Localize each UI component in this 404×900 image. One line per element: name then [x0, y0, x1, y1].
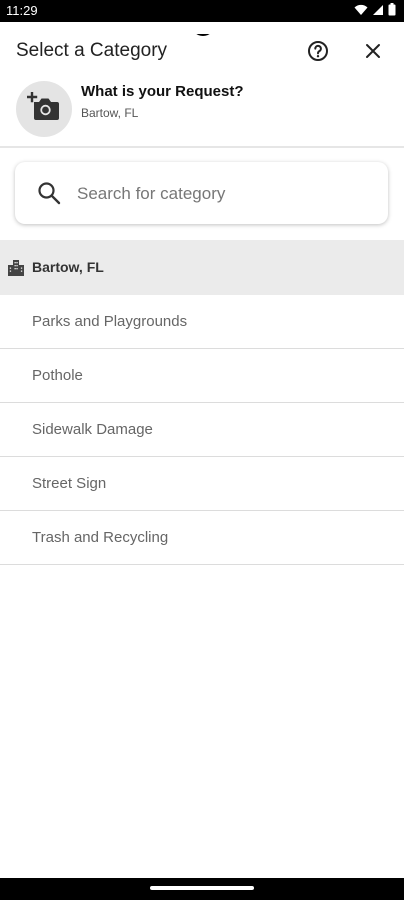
help-circle-icon: [307, 40, 329, 67]
close-icon: [365, 43, 381, 64]
cellular-signal-icon: [372, 4, 384, 16]
close-button[interactable]: [358, 38, 388, 68]
request-location: Bartow, FL: [81, 106, 139, 120]
category-item-parks-and-playgrounds[interactable]: Parks and Playgrounds: [0, 295, 404, 349]
add-photo-button[interactable]: [16, 81, 72, 137]
search-input[interactable]: [75, 178, 379, 210]
page-title: Select a Category: [16, 40, 168, 61]
navigation-bar: [0, 878, 404, 900]
help-button[interactable]: [303, 38, 333, 68]
status-time: 11:29: [6, 3, 38, 18]
request-title: What is your Request?: [81, 83, 244, 100]
screen-corner-mask: [0, 22, 404, 34]
city-buildings-icon: [7, 259, 25, 281]
category-item-pothole[interactable]: Pothole: [0, 349, 404, 403]
category-item-trash-and-recycling[interactable]: Trash and Recycling: [0, 511, 404, 565]
battery-icon: [388, 3, 396, 16]
search-box[interactable]: [15, 162, 388, 224]
header-divider: [0, 146, 404, 148]
wifi-icon: [354, 4, 368, 16]
home-indicator[interactable]: [150, 886, 254, 890]
category-group-header: Bartow, FL: [0, 240, 404, 295]
category-list: Parks and Playgrounds Pothole Sidewalk D…: [0, 295, 404, 565]
category-group-label: Bartow, FL: [32, 259, 104, 275]
add-photo-icon: [26, 91, 61, 127]
category-item-street-sign[interactable]: Street Sign: [0, 457, 404, 511]
status-icons: [354, 3, 396, 16]
status-bar: 11:29: [0, 0, 404, 36]
search-icon: [37, 181, 61, 210]
category-item-sidewalk-damage[interactable]: Sidewalk Damage: [0, 403, 404, 457]
